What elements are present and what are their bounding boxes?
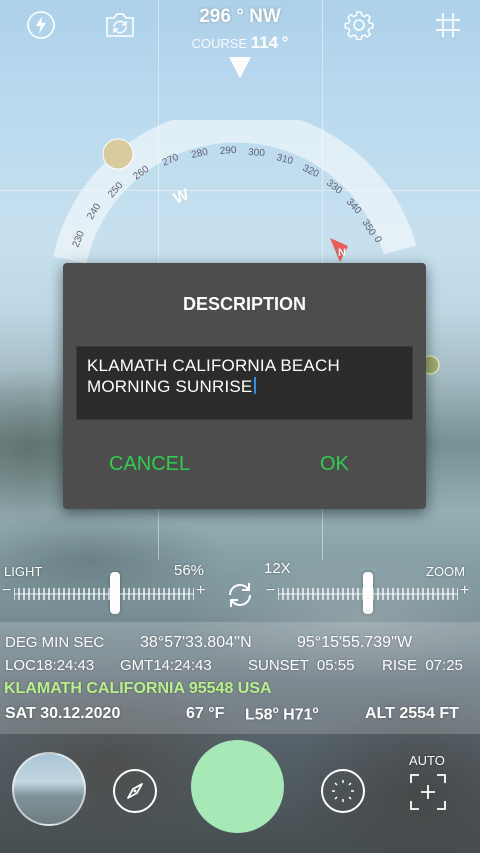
altitude-value: ALT 2554 FT — [365, 705, 459, 722]
longitude-value: 95°15'55.739''W — [297, 634, 413, 651]
temperature-low: L58 — [245, 706, 273, 724]
temperature-readout: 67 °F — [186, 705, 224, 723]
degree-symbol: o — [312, 705, 319, 716]
description-dialog: DESCRIPTION KLAMATH CALIFORNIA BEACH MOR… — [63, 263, 426, 509]
ok-button[interactable]: OK — [320, 453, 349, 476]
compass-icon — [127, 783, 143, 799]
compass-toggle-button[interactable] — [113, 769, 157, 813]
zoom-plus: + — [460, 582, 470, 599]
auto-focus-button[interactable] — [409, 773, 447, 811]
gallery-thumbnail[interactable] — [12, 752, 86, 826]
latitude-value: 38°57'33.804''N — [140, 634, 252, 651]
reset-icon — [229, 583, 251, 607]
local-time: LOC18:24:43 — [5, 657, 95, 674]
temperature-unit: °F — [208, 705, 225, 722]
description-text-line: MORNING SUNRISE — [87, 377, 253, 396]
zoom-slider-thumb[interactable] — [363, 572, 373, 614]
night-mode-button[interactable] — [321, 769, 365, 813]
temperature-range: L58o H71o — [245, 705, 319, 724]
date-value: SAT 30.12.2020 — [5, 705, 121, 722]
description-text-line: KLAMATH CALIFORNIA BEACH — [87, 356, 340, 375]
reset-button[interactable] — [223, 578, 257, 612]
shutter-button[interactable] — [191, 740, 284, 833]
light-slider[interactable]: − + — [0, 570, 215, 618]
moon-sun-icon — [332, 780, 354, 802]
sunrise-time: RISE 07:25 — [382, 657, 463, 674]
coordinate-format-label: DEG MIN SEC — [5, 634, 105, 651]
sunset-time: SUNSET 05:55 — [248, 657, 355, 674]
gmt-time: GMT14:24:43 — [120, 657, 212, 674]
light-slider-thumb[interactable] — [109, 572, 120, 614]
light-plus: + — [196, 582, 206, 599]
degree-symbol: o — [272, 705, 279, 716]
zoom-minus: − — [266, 582, 276, 599]
dialog-title: DESCRIPTION — [182, 294, 306, 314]
location-name: KLAMATH CALIFORNIA 95548 USA — [4, 680, 272, 697]
focus-frame-icon — [410, 774, 446, 810]
description-input[interactable]: KLAMATH CALIFORNIA BEACH MORNING SUNRISE — [76, 346, 413, 420]
light-minus: − — [2, 582, 12, 599]
cancel-button[interactable]: CANCEL — [109, 453, 190, 476]
zoom-slider[interactable]: − + — [264, 570, 480, 618]
light-slider-track — [14, 588, 194, 600]
temperature-high: H71 — [283, 706, 313, 724]
text-caret — [254, 377, 257, 394]
auto-label: AUTO — [409, 753, 445, 768]
temperature-value: 67 — [186, 705, 204, 722]
